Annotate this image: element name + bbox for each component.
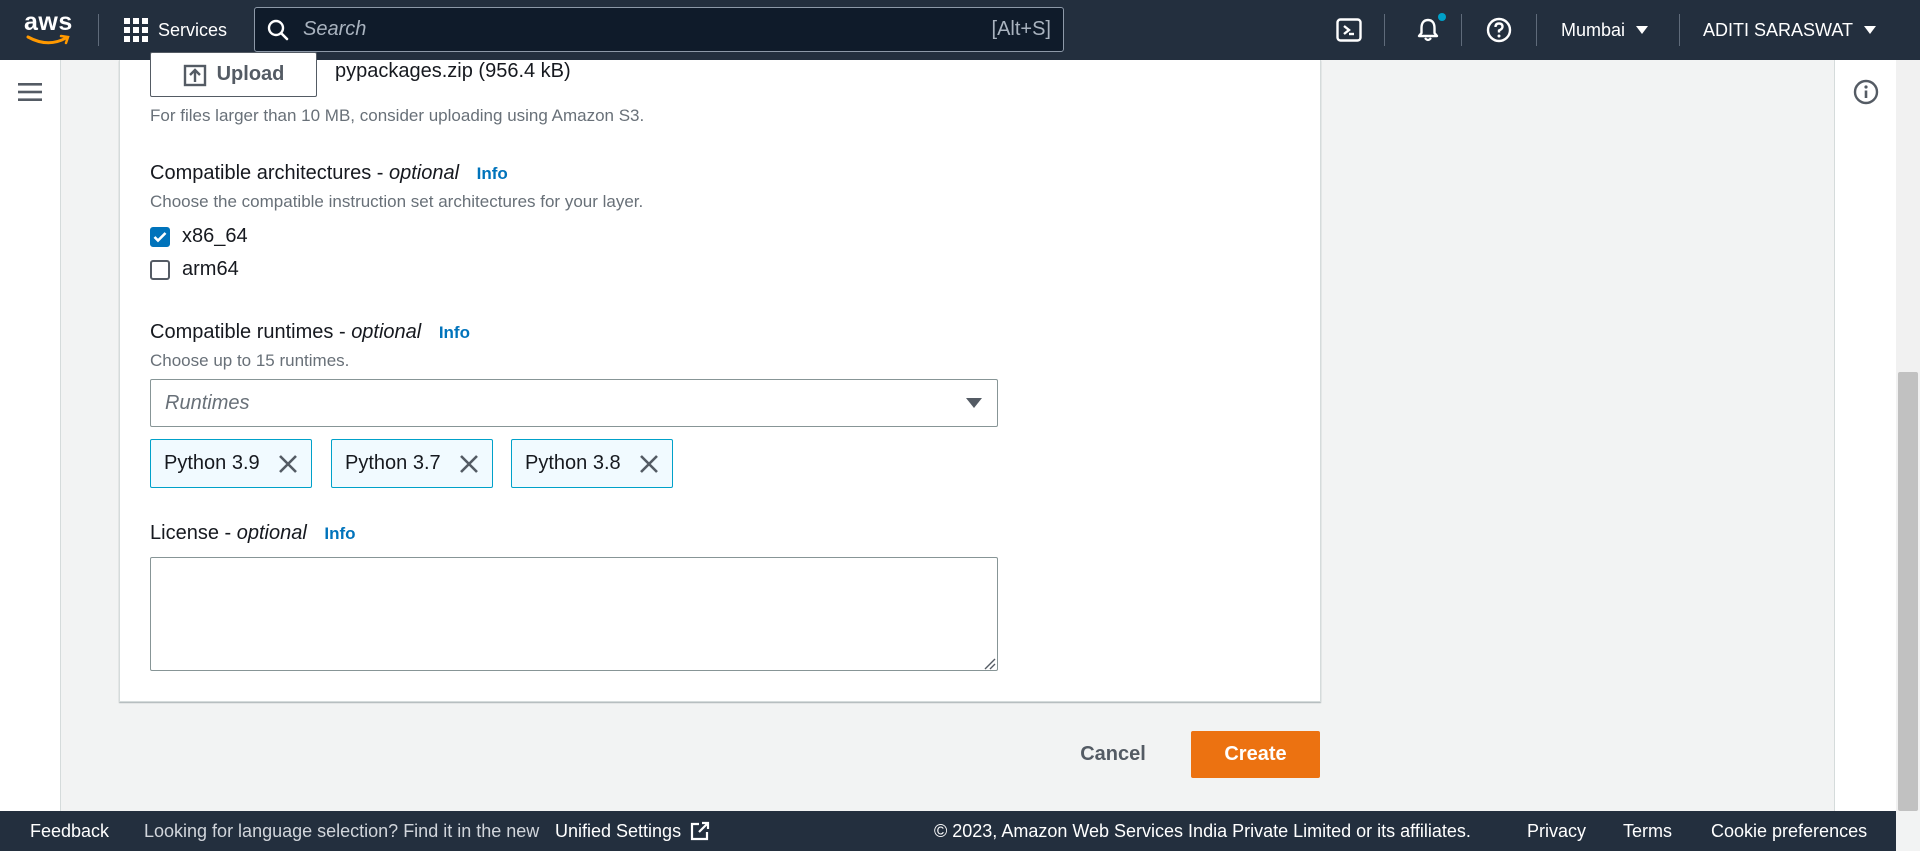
services-menu-button[interactable]: Services xyxy=(124,0,227,60)
menu-toggle-button[interactable] xyxy=(18,82,42,107)
architectures-optional: optional xyxy=(388,162,460,184)
runtimes-description: Choose up to 15 runtimes. xyxy=(150,351,350,370)
runtimes-label-text: Compatible runtimes - xyxy=(150,321,352,343)
cloudshell-button[interactable] xyxy=(1334,0,1364,60)
x86-64-checkbox[interactable] xyxy=(150,226,170,247)
caret-down-icon xyxy=(966,398,982,408)
upload-button[interactable]: Upload xyxy=(150,52,317,97)
info-circle-icon xyxy=(1853,79,1879,105)
architectures-description: Choose the compatible instruction set ar… xyxy=(150,192,644,211)
right-tools-rail xyxy=(1834,60,1896,811)
close-icon xyxy=(639,454,658,473)
account-menu[interactable]: ADITI SARASWAT xyxy=(1703,0,1877,60)
x86-64-label: x86_64 xyxy=(182,225,248,247)
resize-grip-icon[interactable] xyxy=(982,656,996,670)
services-label: Services xyxy=(158,19,228,40)
file-size-hint: For files larger than 10 MB, consider up… xyxy=(150,106,645,125)
arm64-label: arm64 xyxy=(182,258,239,280)
grid-icon xyxy=(124,18,148,42)
left-navigation-rail xyxy=(0,60,61,811)
runtimes-placeholder: Runtimes xyxy=(165,391,250,414)
cookie-preferences-link[interactable]: Cookie preferences xyxy=(1711,821,1867,842)
aws-logo[interactable]: aws xyxy=(24,10,74,50)
nav-divider xyxy=(98,14,99,46)
caret-down-icon xyxy=(1864,26,1877,34)
license-label-text: License - xyxy=(150,522,237,544)
external-link-icon xyxy=(690,821,710,846)
architectures-label-text: Compatible architectures - xyxy=(150,162,389,184)
checkmark-icon xyxy=(153,231,167,242)
account-name: ADITI SARASWAT xyxy=(1703,19,1854,40)
cancel-button[interactable]: Cancel xyxy=(1060,731,1166,778)
architecture-option-arm64[interactable]: arm64 xyxy=(150,258,239,281)
language-prompt: Looking for language selection? Find it … xyxy=(144,821,540,841)
close-icon xyxy=(459,454,478,473)
search-icon xyxy=(267,19,289,40)
license-info-link[interactable]: Info xyxy=(324,524,355,543)
privacy-link[interactable]: Privacy xyxy=(1527,821,1586,842)
terms-link[interactable]: Terms xyxy=(1623,821,1672,842)
runtime-token-label: Python 3.9 xyxy=(164,452,260,474)
runtime-token: Python 3.8 xyxy=(511,439,673,488)
region-selector[interactable]: Mumbai xyxy=(1561,0,1649,60)
help-icon xyxy=(1486,17,1512,43)
upload-label: Upload xyxy=(216,63,285,85)
remove-token-button[interactable] xyxy=(459,454,479,474)
search-bar[interactable]: [Alt+S] xyxy=(254,7,1064,52)
uploaded-file-name: pypackages.zip (956.4 kB) xyxy=(335,60,571,82)
notification-dot xyxy=(1438,13,1446,21)
top-navigation: aws Services [Alt+S] xyxy=(0,0,1920,60)
hamburger-icon xyxy=(18,83,42,101)
runtimes-label: Compatible runtimes - optional Info xyxy=(150,321,470,344)
architectures-info-link[interactable]: Info xyxy=(477,164,508,183)
search-input[interactable] xyxy=(303,18,992,41)
nav-divider xyxy=(1461,14,1462,46)
aws-smile-icon xyxy=(26,34,70,45)
bell-icon xyxy=(1417,18,1439,42)
unified-settings-link[interactable]: Unified Settings xyxy=(555,821,681,842)
search-shortcut-hint: [Alt+S] xyxy=(991,18,1051,40)
aws-logo-text: aws xyxy=(24,8,73,36)
license-optional: optional xyxy=(236,522,307,544)
license-label: License - optional Info xyxy=(150,522,356,545)
license-textarea[interactable] xyxy=(150,557,998,671)
feedback-link[interactable]: Feedback xyxy=(30,821,109,842)
create-button[interactable]: Create xyxy=(1191,731,1320,778)
runtimes-info-link[interactable]: Info xyxy=(439,323,470,342)
runtime-token-label: Python 3.8 xyxy=(525,452,621,474)
region-label: Mumbai xyxy=(1561,19,1626,40)
runtime-token: Python 3.7 xyxy=(331,439,493,488)
architectures-label: Compatible architectures - optional Info xyxy=(150,162,508,185)
cloudshell-icon xyxy=(1336,18,1362,42)
nav-divider xyxy=(1384,14,1385,46)
runtimes-optional: optional xyxy=(351,321,422,343)
runtime-token-label: Python 3.7 xyxy=(345,452,441,474)
page-footer: Feedback Looking for language selection?… xyxy=(0,811,1896,851)
notifications-button[interactable] xyxy=(1410,0,1446,60)
remove-token-button[interactable] xyxy=(639,454,659,474)
close-icon xyxy=(278,454,297,473)
arm64-checkbox[interactable] xyxy=(150,259,170,280)
caret-down-icon xyxy=(1636,26,1649,34)
nav-divider xyxy=(1536,14,1537,46)
remove-token-button[interactable] xyxy=(278,454,298,474)
architecture-option-x86-64[interactable]: x86_64 xyxy=(150,225,248,248)
info-panel-button[interactable] xyxy=(1853,79,1879,110)
nav-divider xyxy=(1679,14,1680,46)
help-button[interactable] xyxy=(1484,0,1514,60)
upload-icon xyxy=(183,64,206,86)
runtimes-select[interactable]: Runtimes xyxy=(150,379,998,427)
runtime-token: Python 3.9 xyxy=(150,439,312,488)
page-scrollbar-thumb[interactable] xyxy=(1898,372,1918,811)
copyright-text: © 2023, Amazon Web Services India Privat… xyxy=(934,821,1471,841)
